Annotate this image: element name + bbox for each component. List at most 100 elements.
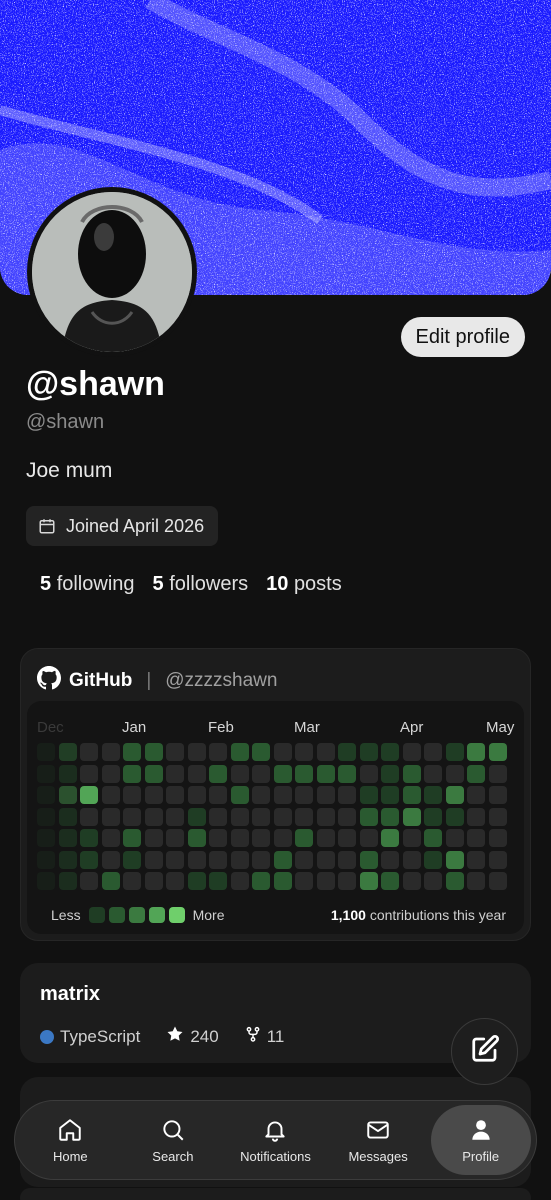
contribution-cell: [252, 786, 270, 804]
contribution-cell: [252, 850, 270, 869]
nav-search[interactable]: Search: [123, 1105, 223, 1175]
nav-profile[interactable]: Profile: [430, 1105, 531, 1175]
contribution-cell: [187, 872, 206, 890]
github-username[interactable]: @zzzzshawn: [165, 670, 277, 692]
contribution-cell: [252, 764, 270, 783]
legend-cell: [88, 907, 105, 923]
month-label: May: [486, 719, 515, 736]
contribution-cell: [230, 872, 249, 890]
repo-card[interactable]: [20, 1188, 531, 1200]
month-label: Apr: [400, 719, 424, 736]
language-dot: [40, 1029, 54, 1044]
contribution-cell: [445, 872, 464, 890]
handle: @shawn: [26, 411, 105, 433]
profile-stats: 5 following 5 followers 10 posts: [40, 573, 342, 596]
following-stat[interactable]: 5 following: [40, 573, 135, 596]
nav-home[interactable]: Home: [20, 1105, 120, 1175]
contribution-cell: [187, 764, 206, 783]
contribution-cell: [359, 850, 378, 869]
contribution-cell: [209, 786, 227, 804]
contribution-cell: [359, 764, 378, 783]
contribution-cell: [230, 764, 249, 783]
compose-button[interactable]: [451, 1018, 518, 1085]
contribution-cell: [424, 786, 442, 804]
contribution-cell: [338, 807, 356, 826]
contribution-cell: [402, 764, 421, 783]
contribution-cell: [338, 786, 356, 804]
repo-language: TypeScript: [60, 1026, 141, 1046]
contribution-cell: [467, 872, 485, 890]
contribution-cell: [166, 807, 184, 826]
contribution-cell: [144, 764, 163, 783]
contribution-cell: [37, 786, 55, 804]
repo-forks: 11: [266, 1026, 285, 1046]
contribution-cell: [58, 850, 77, 869]
contribution-cell: [80, 743, 98, 761]
followers-stat[interactable]: 5 followers: [153, 573, 249, 596]
contribution-cell: [37, 850, 55, 869]
avatar[interactable]: [27, 187, 197, 357]
contribution-cell: [273, 786, 292, 804]
contribution-cell: [58, 872, 77, 890]
contribution-cell: [467, 850, 485, 869]
edit-profile-button[interactable]: Edit profile: [400, 317, 525, 357]
posts-stat[interactable]: 10 posts: [266, 573, 342, 596]
legend-less: Less: [51, 907, 81, 923]
contribution-cell: [488, 807, 507, 826]
contribution-cell: [230, 850, 249, 869]
bottom-nav: Home Search Notifications Messages Profi…: [14, 1100, 537, 1180]
contribution-cell: [467, 743, 485, 761]
repo-name[interactable]: matrix: [40, 983, 100, 1006]
nav-messages[interactable]: Messages: [328, 1105, 428, 1175]
contribution-cell: [144, 807, 163, 826]
contribution-summary: 1,100 contributions this year: [330, 907, 506, 923]
contribution-cell: [488, 829, 507, 847]
contribution-cell: [273, 743, 292, 761]
contribution-cell: [144, 829, 163, 847]
contribution-cell: [424, 743, 442, 761]
mail-icon: [365, 1117, 391, 1143]
contribution-cell: [187, 743, 206, 761]
contribution-cell: [80, 872, 98, 890]
contribution-cell: [123, 764, 141, 783]
contribution-cell: [209, 829, 227, 847]
contribution-cell: [381, 786, 399, 804]
bell-icon: [262, 1117, 288, 1143]
month-label: Dec: [37, 719, 64, 736]
contribution-cell: [402, 743, 421, 761]
joined-text: Joined April 2026: [66, 515, 205, 536]
nav-notifications[interactable]: Notifications: [225, 1105, 325, 1175]
contribution-cell: [273, 850, 292, 869]
bio: Joe mum: [26, 459, 113, 482]
contribution-cell: [424, 829, 442, 847]
legend-cell: [148, 907, 165, 923]
contribution-cell: [58, 764, 77, 783]
contribution-cell: [80, 764, 98, 783]
contribution-cell: [402, 829, 421, 847]
contribution-cell: [166, 850, 184, 869]
month-label: Jan: [122, 719, 147, 736]
legend-cell: [128, 907, 145, 923]
month-labels: Dec Jan Feb Mar Apr May: [27, 719, 524, 739]
contribution-cell: [209, 850, 227, 869]
contribution-cell: [467, 807, 485, 826]
legend-more: More: [192, 907, 225, 923]
github-card[interactable]: GitHub | @zzzzshawn Dec Jan Feb Mar Apr …: [20, 648, 531, 941]
contribution-cell: [101, 764, 120, 783]
contribution-cell: [209, 743, 227, 761]
contribution-cell: [166, 743, 184, 761]
legend-cell: [108, 907, 125, 923]
contribution-cell: [424, 872, 442, 890]
contribution-cell: [273, 872, 292, 890]
contribution-cell: [488, 764, 507, 783]
contribution-cell: [488, 786, 507, 804]
contribution-cell: [144, 743, 163, 761]
contribution-cell: [209, 807, 227, 826]
contribution-cell: [273, 829, 292, 847]
contribution-cell: [144, 850, 163, 869]
contribution-cell: [123, 743, 141, 761]
legend-cell: [168, 907, 185, 923]
joined-badge: Joined April 2026: [26, 506, 219, 546]
fork-icon: [245, 1025, 261, 1048]
contribution-cell: [316, 786, 335, 804]
